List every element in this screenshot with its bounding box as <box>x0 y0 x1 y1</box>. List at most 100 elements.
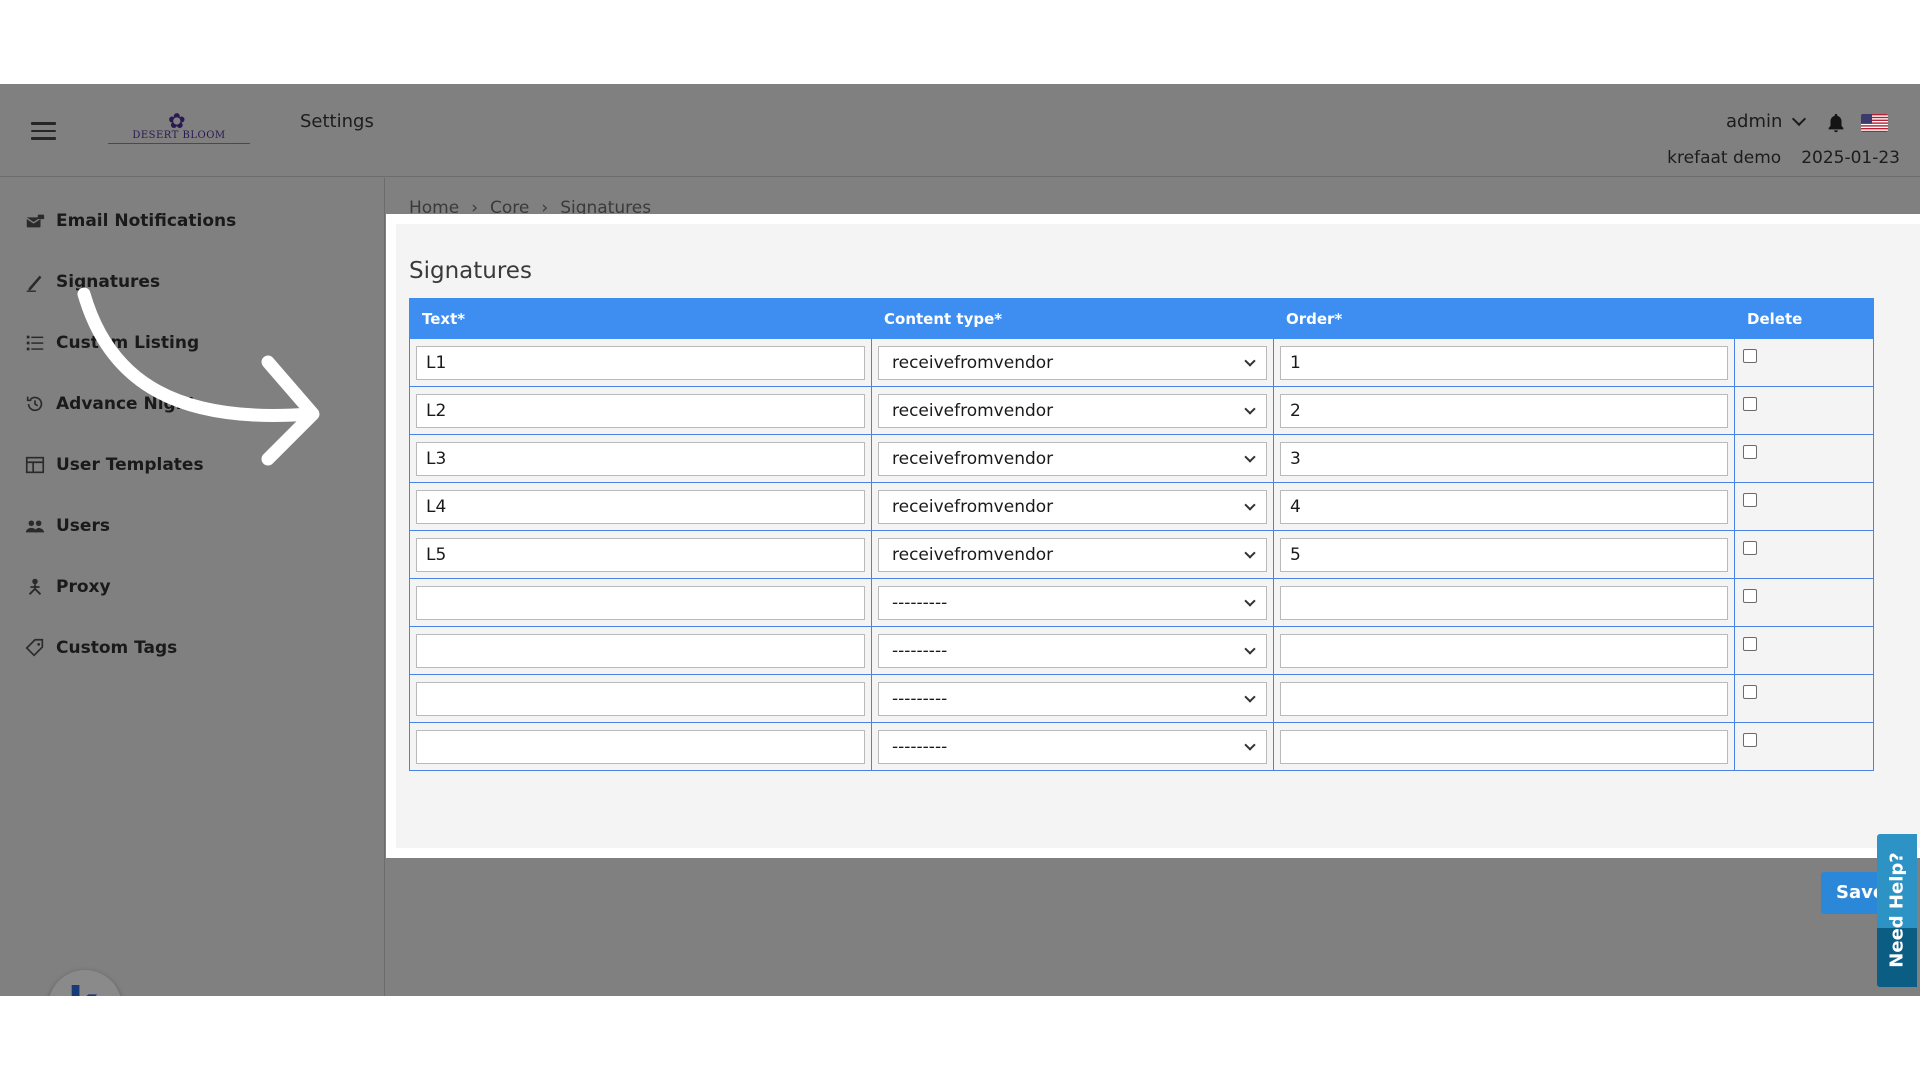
sidebar-item-users[interactable]: Users <box>24 515 110 537</box>
app-window: ✿ DESERT BLOOM Settings admin krefaat de… <box>0 84 1920 996</box>
order-cell <box>1273 722 1735 771</box>
sidebar-item-label: Proxy <box>56 577 111 597</box>
order-cell <box>1273 626 1735 675</box>
delete-checkbox[interactable] <box>1743 397 1757 411</box>
text-input[interactable] <box>416 729 865 764</box>
text-input[interactable] <box>416 633 865 668</box>
content-type-cell: receivefromvendor <box>871 338 1274 387</box>
chevron-down-icon <box>1244 546 1256 559</box>
content-type-cell: receivefromvendor <box>871 386 1274 435</box>
chevron-down-icon <box>1792 111 1807 127</box>
chevron-down-icon <box>1244 594 1256 607</box>
username: admin <box>1726 111 1783 132</box>
order-input[interactable] <box>1280 537 1728 572</box>
order-cell <box>1273 434 1735 483</box>
text-input[interactable] <box>416 537 865 572</box>
table-row: receivefromvendor <box>409 434 1874 483</box>
need-help-tab[interactable]: Need Help? <box>1877 834 1917 987</box>
order-input[interactable] <box>1280 681 1728 716</box>
sidebar-item-user-templates[interactable]: User Templates <box>24 454 204 476</box>
text-input[interactable] <box>416 393 865 428</box>
delete-cell <box>1734 578 1874 627</box>
text-cell <box>409 386 872 435</box>
table-row: receivefromvendor <box>409 530 1874 579</box>
user-menu[interactable]: admin <box>1726 111 1807 132</box>
delete-checkbox[interactable] <box>1743 445 1757 459</box>
order-input[interactable] <box>1280 729 1728 764</box>
logo-text: DESERT BLOOM <box>108 130 250 144</box>
order-input[interactable] <box>1280 489 1728 524</box>
text-input[interactable] <box>416 441 865 476</box>
hamburger-menu-icon[interactable] <box>31 122 56 140</box>
order-input[interactable] <box>1280 345 1728 380</box>
content-type-select[interactable]: --------- <box>878 681 1267 716</box>
content-type-select[interactable]: --------- <box>878 633 1267 668</box>
order-cell <box>1273 578 1735 627</box>
brand-logo[interactable]: ✿ DESERT BLOOM <box>108 111 250 145</box>
content-type-select[interactable]: receivefromvendor <box>878 393 1267 428</box>
content-type-value: --------- <box>892 688 948 709</box>
content-type-select[interactable]: --------- <box>878 729 1267 764</box>
sidebar-item-label: Signatures <box>56 272 161 292</box>
order-cell <box>1273 338 1735 387</box>
content-type-select[interactable]: receivefromvendor <box>878 489 1267 524</box>
table-row: --------- <box>409 722 1874 771</box>
content-type-value: receivefromvendor <box>892 448 1054 469</box>
order-input[interactable] <box>1280 585 1728 620</box>
order-cell <box>1273 674 1735 723</box>
text-input[interactable] <box>416 489 865 524</box>
delete-cell <box>1734 386 1874 435</box>
table-row: receivefromvendor <box>409 338 1874 387</box>
delete-checkbox[interactable] <box>1743 493 1757 507</box>
delete-checkbox[interactable] <box>1743 589 1757 603</box>
chevron-down-icon <box>1244 498 1256 511</box>
content-type-value: receivefromvendor <box>892 544 1054 565</box>
content-type-value: receivefromvendor <box>892 496 1054 517</box>
sidebar-item-label: Advance Night <box>56 394 196 414</box>
text-input[interactable] <box>416 345 865 380</box>
content-type-select[interactable]: --------- <box>878 585 1267 620</box>
order-input[interactable] <box>1280 441 1728 476</box>
sidebar-item-custom-listing[interactable]: Custom Listing <box>24 332 199 354</box>
content-type-cell: --------- <box>871 674 1274 723</box>
order-cell <box>1273 386 1735 435</box>
sidebar-item-label: User Templates <box>56 455 204 475</box>
delete-checkbox[interactable] <box>1743 733 1757 747</box>
sidebar-item-signatures[interactable]: Signatures <box>24 271 160 293</box>
delete-checkbox[interactable] <box>1743 349 1757 363</box>
delete-checkbox[interactable] <box>1743 541 1757 555</box>
delete-cell <box>1734 530 1874 579</box>
delete-checkbox[interactable] <box>1743 637 1757 651</box>
flower-icon: ✿ <box>168 109 186 133</box>
chevron-down-icon <box>1244 642 1256 655</box>
content-type-value: --------- <box>892 640 948 661</box>
column-header-content-type: Content type* <box>871 298 1274 339</box>
chevron-down-icon <box>1244 450 1256 463</box>
content-type-select[interactable]: receivefromvendor <box>878 537 1267 572</box>
order-input[interactable] <box>1280 393 1728 428</box>
text-input[interactable] <box>416 681 865 716</box>
us-flag-icon[interactable] <box>1861 114 1888 132</box>
sidebar-item-proxy[interactable]: Proxy <box>24 576 111 598</box>
notification-bell-icon[interactable] <box>1825 112 1847 134</box>
page-section-title: Settings <box>300 111 374 132</box>
proxy-icon <box>28 578 42 595</box>
signatures-table: Text* Content type* Order* Delete receiv… <box>409 298 1874 771</box>
content-type-select[interactable]: receivefromvendor <box>878 441 1267 476</box>
sidebar-item-advance-night[interactable]: Advance Night <box>24 393 196 415</box>
text-input[interactable] <box>416 585 865 620</box>
sidebar-item-custom-tags[interactable]: Custom Tags <box>24 637 177 659</box>
chevron-down-icon <box>1244 738 1256 751</box>
list-icon <box>26 335 44 351</box>
delete-cell <box>1734 626 1874 675</box>
content-type-select[interactable]: receivefromvendor <box>878 345 1267 380</box>
content-type-cell: --------- <box>871 626 1274 675</box>
assistant-badge[interactable]: k 4 <box>48 970 122 996</box>
delete-checkbox[interactable] <box>1743 685 1757 699</box>
sidebar-item-email-notifications[interactable]: Email Notifications <box>24 210 236 232</box>
sidebar-item-label: Custom Tags <box>56 638 178 658</box>
order-input[interactable] <box>1280 633 1728 668</box>
signatures-card: Signatures Text* Content type* Order* De… <box>396 224 1920 848</box>
table-row: receivefromvendor <box>409 482 1874 531</box>
table-row: --------- <box>409 674 1874 723</box>
